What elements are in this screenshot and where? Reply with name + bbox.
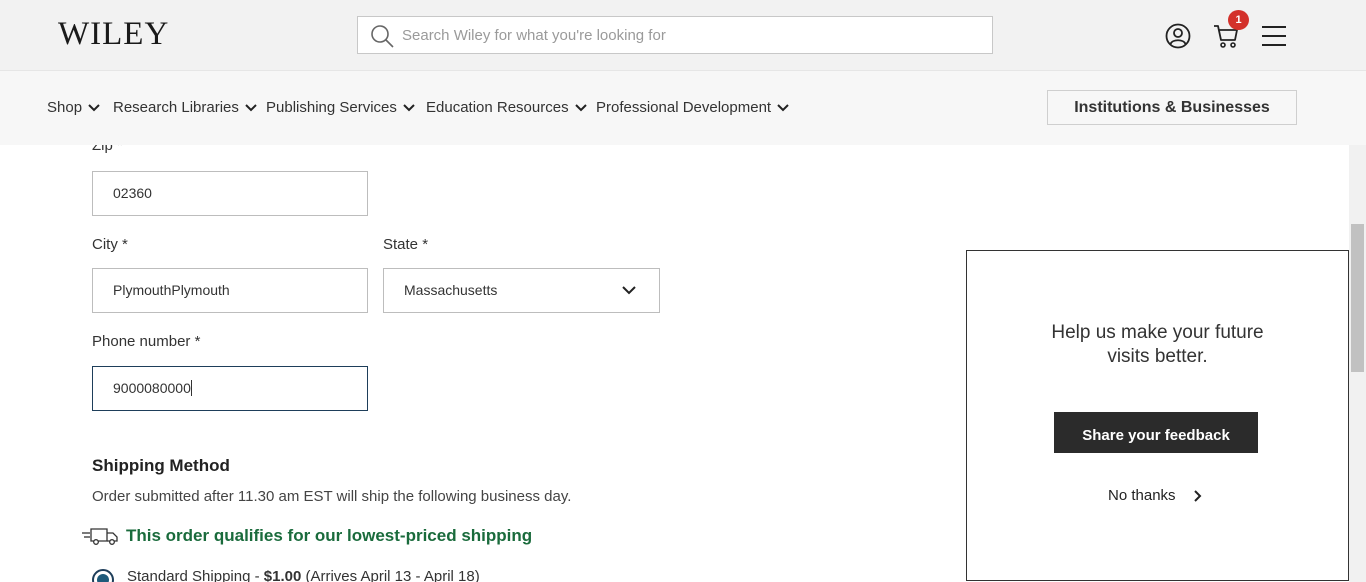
no-thanks-link[interactable]: No thanks <box>1108 487 1202 504</box>
wiley-logo[interactable]: WILEY <box>58 16 169 53</box>
search-input[interactable] <box>402 17 982 53</box>
text-caret <box>190 380 192 396</box>
truck-icon <box>82 528 118 545</box>
city-label: City * <box>92 236 128 253</box>
main-nav: Shop Research Libraries Publishing Servi… <box>0 70 1366 145</box>
phone-field[interactable]: 9000080000 <box>92 366 368 411</box>
nav-item-label: Professional Development <box>596 99 772 116</box>
zip-field[interactable]: 02360 <box>92 171 368 216</box>
nav-item-shop[interactable]: Shop <box>47 99 100 116</box>
share-feedback-button[interactable]: Share your feedback <box>1054 412 1258 453</box>
nav-item-research-libraries[interactable]: Research Libraries <box>113 99 257 116</box>
chevron-down-icon <box>777 104 789 112</box>
institutions-businesses-button[interactable]: Institutions & Businesses <box>1047 90 1297 125</box>
nav-item-label: Publishing Services <box>266 99 397 116</box>
shipping-promo: This order qualifies for our lowest-pric… <box>126 526 533 545</box>
state-label: State * <box>383 236 429 253</box>
shipping-method-heading: Shipping Method <box>92 456 230 475</box>
menu-icon[interactable] <box>1260 22 1288 50</box>
no-thanks-label: No thanks <box>1108 487 1176 504</box>
state-value: Massachusetts <box>404 282 498 298</box>
nav-item-publishing-services[interactable]: Publishing Services <box>266 99 415 116</box>
phone-text: 9000080000 <box>113 380 191 396</box>
chevron-down-icon <box>88 104 100 112</box>
city-field[interactable]: PlymouthPlymouth <box>92 268 368 313</box>
chevron-down-icon <box>622 286 636 295</box>
chevron-down-icon <box>403 104 415 112</box>
shipping-note: Order submitted after 11.30 am EST will … <box>92 488 572 505</box>
feedback-popup: Help us make your future visits better. … <box>966 250 1349 581</box>
popup-title: Help us make your future visits better. <box>1051 322 1264 367</box>
nav-item-label: Shop <box>47 99 83 116</box>
zip-value: 02360 <box>113 185 152 201</box>
state-select[interactable]: Massachusetts <box>383 268 660 313</box>
shipping-option-dates: (Arrives April 13 - April 18) <box>301 568 480 582</box>
nav-item-education-resources[interactable]: Education Resources <box>426 99 587 116</box>
standard-shipping-label[interactable]: Standard Shipping - $1.00 (Arrives April… <box>127 568 480 582</box>
phone-value: 9000080000 <box>113 380 192 396</box>
chevron-right-icon <box>1194 490 1202 502</box>
search-icon[interactable] <box>370 24 394 48</box>
account-icon[interactable] <box>1164 22 1192 50</box>
phone-label: Phone number * <box>92 333 201 350</box>
standard-shipping-radio[interactable] <box>92 569 114 582</box>
nav-item-professional-development[interactable]: Professional Development <box>596 99 789 116</box>
chevron-down-icon <box>575 104 587 112</box>
nav-item-label: Research Libraries <box>113 99 239 116</box>
scrollbar-thumb[interactable] <box>1351 224 1364 372</box>
top-header: WILEY 1 <box>0 0 1366 70</box>
nav-item-label: Education Resources <box>426 99 569 116</box>
search-box[interactable] <box>357 16 993 54</box>
shipping-option-price: $1.00 <box>263 568 302 582</box>
shipping-option-name: Standard Shipping - <box>127 568 264 582</box>
cart-count-badge: 1 <box>1228 10 1249 30</box>
chevron-down-icon <box>245 104 257 112</box>
city-value: PlymouthPlymouth <box>113 282 230 298</box>
